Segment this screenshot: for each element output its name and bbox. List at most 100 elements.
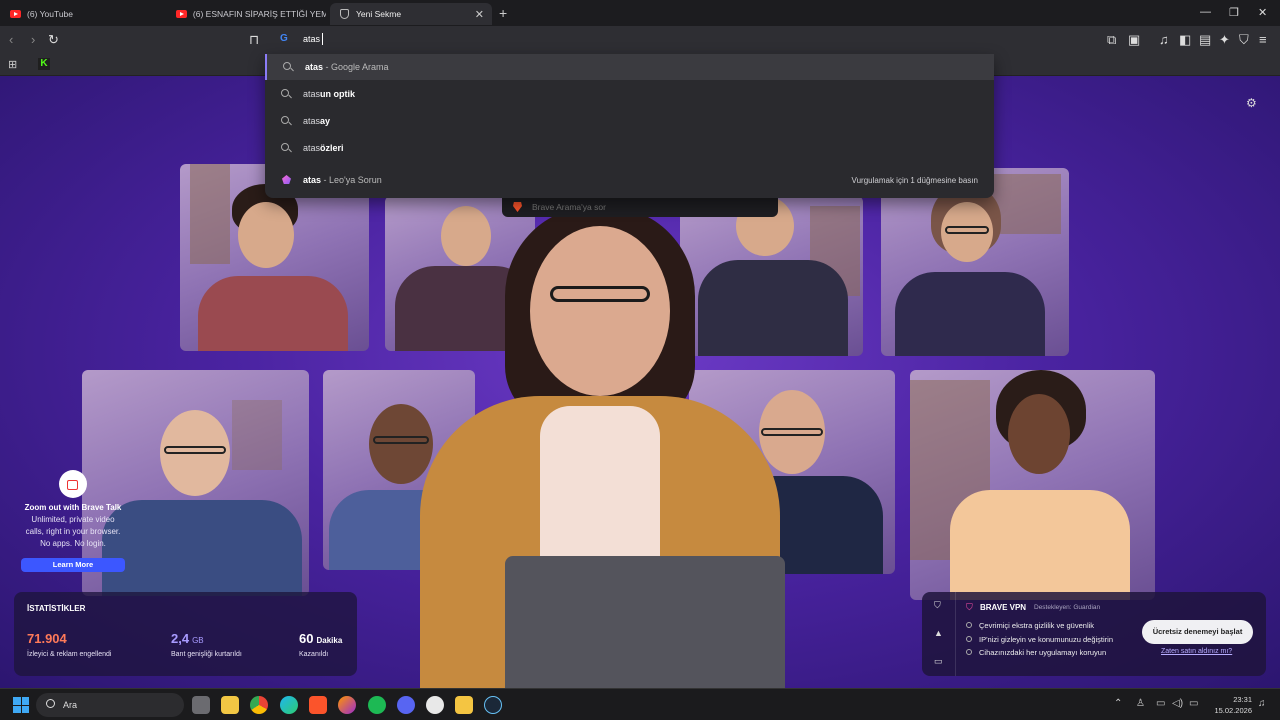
restore-icon[interactable]: ❐ xyxy=(1229,6,1239,19)
stat-trackers-blocked: 71.904 İzleyici & reklam engellendi xyxy=(27,630,111,658)
chrome-icon[interactable] xyxy=(250,696,268,714)
minimize-icon[interactable]: — xyxy=(1200,6,1211,18)
hero-person-photo xyxy=(410,206,790,688)
new-tab-button[interactable]: + xyxy=(499,5,507,21)
tray-overflow-icon[interactable]: ⌃ xyxy=(1114,698,1122,709)
suggestion-item[interactable]: atasay xyxy=(265,108,994,134)
vpn-feature: Çevrimiçi ekstra gizlilik ve güvenlik xyxy=(966,621,1094,630)
address-input[interactable]: atas xyxy=(303,34,320,44)
suggestion-item[interactable]: atasun optik xyxy=(265,81,994,107)
stat-label: Kazanıldı xyxy=(299,651,329,658)
search-icon xyxy=(281,89,289,97)
leo-ai-icon[interactable]: ✦ xyxy=(1219,32,1230,48)
ask-brave-search-button[interactable]: Brave Arama'ya sor xyxy=(502,197,778,217)
stat-unit: Dakika xyxy=(316,636,343,645)
video-tile-photo xyxy=(910,370,1155,600)
battery-icon[interactable]: ▭ xyxy=(1189,698,1198,709)
apps-grid-icon[interactable]: ⊞ xyxy=(8,58,17,71)
youtube-icon xyxy=(176,10,187,18)
suggestion-ask-leo[interactable]: atas - Leo'ya Sorun Vurgulamak için 1 dü… xyxy=(265,167,994,193)
forward-icon[interactable]: › xyxy=(31,32,35,47)
microphone-icon[interactable]: ♙ xyxy=(1136,698,1145,709)
search-icon xyxy=(281,116,289,124)
extensions-icon[interactable]: ⧉ xyxy=(1107,32,1116,48)
brave-shield-icon xyxy=(340,9,349,19)
taskbar-search[interactable]: Ara xyxy=(36,693,184,717)
kick-icon[interactable]: K xyxy=(38,58,50,70)
alert-icon[interactable]: ▲ xyxy=(934,628,943,638)
steam-icon[interactable] xyxy=(484,696,502,714)
search-icon xyxy=(281,143,289,151)
autocomplete-dropdown: atas - Google Arama atasun optik atasay … xyxy=(265,54,994,198)
stat-label: Bant genişliği kurtarıldı xyxy=(171,651,242,658)
clock-date: 15.02.2026 xyxy=(1214,706,1252,715)
stat-value: 2,4 xyxy=(171,631,190,646)
vpn-feature-text: IP'nizi gizleyin ve konumunuzu değiştiri… xyxy=(979,635,1114,644)
browser-toolbar: ‹ › ↻ ⊓ G atas ⧉ ▣ ♫ ◧ ▤ ✦ ⛉ ≡ xyxy=(0,26,1280,54)
sidebar-icon[interactable]: ◧ xyxy=(1179,32,1191,48)
notifications-icon[interactable]: ♫ xyxy=(1258,698,1266,709)
brave-talk-line: Unlimited, private video xyxy=(31,515,115,524)
stats-title: İSTATİSTİKLER xyxy=(27,604,86,613)
suggestion-plain: atas xyxy=(303,89,321,99)
vpn-icon[interactable]: ⛉ xyxy=(1239,32,1249,48)
close-tab-icon[interactable]: ✕ xyxy=(475,8,484,21)
text-caret xyxy=(322,33,323,45)
stat-label: İzleyici & reklam engellendi xyxy=(27,651,112,658)
suggestion-text: atasun optik xyxy=(303,89,355,99)
task-view-icon[interactable] xyxy=(192,696,210,714)
back-icon[interactable]: ‹ xyxy=(9,32,13,47)
suggestion-text: atas - Leo'ya Sorun xyxy=(303,175,382,185)
vpn-feature: IP'nizi gizleyin ve konumunuzu değiştiri… xyxy=(966,635,1113,644)
brave-talk-line: No apps. No login. xyxy=(40,539,106,548)
network-icon[interactable]: ▭ xyxy=(1156,698,1165,709)
firefox-icon[interactable] xyxy=(338,696,356,714)
suggestion-item[interactable]: atasözleri xyxy=(265,135,994,161)
tab-strip: (6) YouTube (6) ESNAFIN SİPARİŞ ETTİĞİ Y… xyxy=(0,0,1280,26)
brave-talk-title: Zoom out with Brave Talk xyxy=(24,503,122,512)
brave-icon[interactable] xyxy=(309,696,327,714)
talk-icon[interactable]: ▭ xyxy=(934,656,943,667)
customize-gear-icon[interactable]: ⚙ xyxy=(1246,96,1257,110)
check-icon xyxy=(966,649,972,655)
check-icon xyxy=(966,622,972,628)
obs-icon[interactable] xyxy=(426,696,444,714)
tab-youtube[interactable]: (6) YouTube xyxy=(0,3,165,25)
vpn-shield-icon[interactable]: ⛉ xyxy=(934,600,941,611)
music-icon[interactable]: ♫ xyxy=(1159,32,1169,47)
wallet-icon[interactable]: ▤ xyxy=(1199,32,1211,48)
start-free-trial-button[interactable]: Ücretsiz denemeyi başlat xyxy=(1142,620,1253,644)
tab-new-tab[interactable]: Yeni Sekme ✕ xyxy=(330,3,492,25)
editor-app-icon[interactable] xyxy=(455,696,473,714)
screenshot-icon[interactable]: ▣ xyxy=(1128,32,1140,48)
vpn-logo-icon: ⛉ xyxy=(966,602,973,612)
suggestion-rest: - Google Arama xyxy=(323,62,389,72)
system-clock[interactable]: 23:31 15.02.2026 xyxy=(1214,694,1252,716)
search-icon xyxy=(283,62,291,70)
close-window-icon[interactable]: ✕ xyxy=(1258,6,1267,19)
vpn-feature-text: Cihazınızdaki her uygulamayı koruyun xyxy=(979,648,1107,657)
windows-start-icon[interactable] xyxy=(13,697,29,713)
spotify-icon[interactable] xyxy=(368,696,386,714)
bookmark-icon[interactable]: ⊓ xyxy=(249,32,259,48)
stat-value: 71.904 xyxy=(27,631,67,646)
suggestion-plain: atas xyxy=(303,143,321,153)
menu-icon[interactable]: ≡ xyxy=(1259,32,1267,47)
edge-icon[interactable] xyxy=(280,696,298,714)
google-icon: G xyxy=(280,33,288,44)
video-camera-icon xyxy=(59,470,87,498)
vpn-feature-text: Çevrimiçi ekstra gizlilik ve güvenlik xyxy=(979,621,1095,630)
suggestion-google-search[interactable]: atas - Google Arama xyxy=(265,54,994,80)
suggestion-text: atasözleri xyxy=(303,143,344,153)
discord-icon[interactable] xyxy=(397,696,415,714)
file-explorer-icon[interactable] xyxy=(221,696,239,714)
tab-label: (6) ESNAFIN SİPARİŞ ETTİĞİ YEMEĞİ xyxy=(192,9,326,19)
already-purchased-link[interactable]: Zaten satın aldınız mı? xyxy=(1161,648,1232,655)
tab-youtube-video[interactable]: (6) ESNAFIN SİPARİŞ ETTİĞİ YEMEĞİ xyxy=(166,3,326,25)
tab-label: (6) YouTube xyxy=(27,9,73,19)
learn-more-button[interactable]: Learn More xyxy=(21,558,125,572)
reload-icon[interactable]: ↻ xyxy=(48,32,59,48)
stat-time-saved: 60 Dakika Kazanıldı xyxy=(299,630,342,658)
volume-icon[interactable]: ◁) xyxy=(1172,698,1183,709)
keyboard-hint: Vurgulamak için 1 düğmesine basın xyxy=(851,175,978,185)
